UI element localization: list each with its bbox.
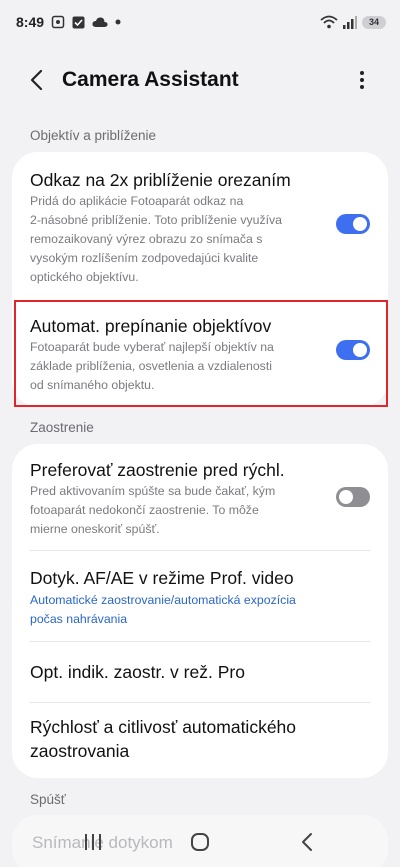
setting-row-2x-crop-zoom[interactable]: Odkaz na 2x priblíženie orezaním Pridá d…	[12, 152, 388, 296]
setting-title: Dotyk. AF/AE v režime Prof. video	[30, 568, 294, 588]
checkbox-icon	[72, 16, 85, 28]
back-nav-button[interactable]	[282, 822, 332, 862]
more-options-button[interactable]	[338, 52, 386, 108]
dot-icon	[115, 19, 121, 25]
setting-title: Odkaz na 2x priblíženie orezaním	[30, 170, 291, 190]
home-icon	[190, 833, 209, 851]
screenshot-icon	[51, 15, 65, 29]
section-header-lens: Objektív a priblíženie	[30, 128, 157, 143]
more-vertical-icon	[360, 71, 364, 89]
setting-title: Rýchlosť a citlivosť automatického zaost…	[30, 717, 297, 761]
setting-title: Opt. indik. zaostr. v rež. Pro	[30, 662, 245, 682]
setting-value: Automatické zaostrovanie/automatická exp…	[30, 593, 296, 626]
recents-button[interactable]	[68, 822, 118, 862]
setting-title: Preferovať zaostrenie pred rýchl.	[30, 460, 285, 480]
setting-row-af-speed-sensitivity[interactable]: Rýchlosť a citlivosť automatického zaost…	[12, 703, 388, 778]
chevron-left-icon	[30, 69, 43, 91]
section-header-shutter: Spúšť	[30, 792, 66, 807]
app-bar: Camera Assistant	[0, 52, 400, 108]
status-time: 8:49	[16, 14, 45, 30]
highlight-box	[14, 300, 388, 407]
wifi-icon	[320, 15, 338, 29]
setting-row-focus-indicator[interactable]: Opt. indik. zaostr. v rež. Pro	[12, 642, 388, 702]
card-focus: Preferovať zaostrenie pred rýchl. Pred a…	[12, 444, 388, 778]
home-button[interactable]	[175, 822, 225, 862]
setting-row-touch-af-ae[interactable]: Dotyk. AF/AE v režime Prof. video Automa…	[12, 551, 388, 641]
setting-description: Pridá do aplikácie Fotoaparát odkaz na 2…	[30, 194, 283, 284]
back-button[interactable]	[10, 52, 62, 108]
navigation-bar	[0, 817, 400, 867]
cloud-icon	[92, 17, 108, 27]
page-title: Camera Assistant	[62, 68, 239, 91]
setting-description: Pred aktivovaním spúšte sa bude čakať, k…	[30, 484, 276, 536]
recents-icon	[85, 834, 102, 850]
battery-icon: 34	[362, 15, 386, 29]
back-icon	[301, 833, 312, 851]
setting-row-focus-priority[interactable]: Preferovať zaostrenie pred rýchl. Pred a…	[12, 444, 388, 550]
signal-icon	[343, 15, 357, 29]
toggle-2x-crop-zoom[interactable]	[336, 214, 370, 234]
section-header-focus: Zaostrenie	[30, 420, 94, 435]
status-bar: 8:49 34	[0, 0, 400, 44]
toggle-focus-priority[interactable]	[336, 487, 370, 507]
